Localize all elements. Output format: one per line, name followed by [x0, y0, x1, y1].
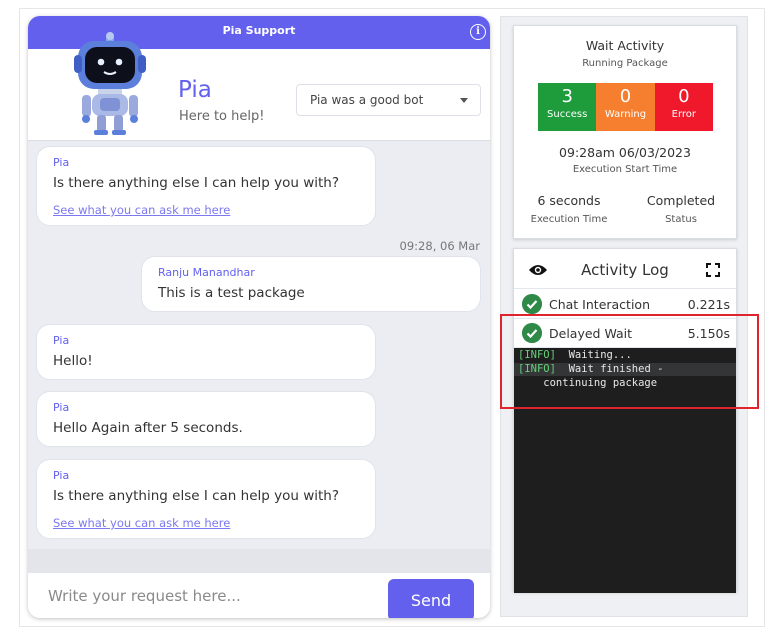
message-bubble: Pia Hello! — [36, 324, 376, 380]
message-bubble: Pia Hello Again after 5 seconds. — [36, 391, 376, 447]
chat-input[interactable] — [48, 573, 378, 618]
success-count: 3 Success — [538, 83, 597, 131]
message-text: Hello! — [53, 353, 93, 369]
message-sender: Pia — [53, 156, 70, 169]
chat-widget: Pia Support i Pia Here to help! Pia was … — [28, 16, 490, 618]
execution-start-time-label: Execution Start Time — [572, 164, 678, 175]
chat-input-bar: Send — [28, 573, 490, 618]
wait-activity-card: Wait Activity Running Package 3 Success … — [513, 25, 737, 239]
help-link[interactable]: See what you can ask me here — [53, 516, 230, 530]
message-text: Hello Again after 5 seconds. — [53, 420, 243, 436]
status-counts: 3 Success 0 Warning 0 Error — [538, 83, 713, 131]
bot-subtitle: Here to help! — [179, 109, 265, 124]
bot-rating-select[interactable]: Pia was a good bot — [296, 84, 481, 116]
message-sender: Pia — [53, 401, 70, 414]
info-icon[interactable]: i — [470, 24, 486, 40]
robot-avatar — [74, 32, 146, 135]
log-item-duration: 0.221s — [687, 297, 730, 312]
message-sender: Ranju Manandhar — [158, 266, 255, 279]
highlight-box — [500, 314, 759, 409]
activity-log-card: Activity Log Chat Interaction 0.221s Del… — [513, 248, 737, 593]
fullscreen-icon[interactable] — [706, 263, 720, 277]
message-text: Is there anything else I can help you wi… — [53, 175, 340, 191]
chat-footer-divider — [28, 549, 490, 573]
send-button[interactable]: Send — [388, 579, 474, 618]
message-text: This is a test package — [158, 285, 305, 301]
activity-log-title: Activity Log — [581, 261, 669, 279]
warning-count: 0 Warning — [596, 83, 655, 131]
error-count: 0 Error — [654, 83, 713, 131]
message-timestamp: 09:28, 06 Mar — [399, 239, 480, 253]
chat-header: Pia Here to help! Pia was a good bot — [28, 32, 490, 141]
check-circle-icon — [522, 294, 542, 314]
activity-subtitle: Running Package — [582, 58, 668, 69]
log-item-name: Chat Interaction — [549, 297, 651, 312]
chevron-down-icon — [460, 98, 468, 103]
message-bubble-user: Ranju Manandhar This is a test package — [141, 256, 481, 312]
execution-time: 6 seconds Execution Time — [530, 193, 608, 225]
message-sender: Pia — [53, 334, 70, 347]
message-bubble: Pia Is there anything else I can help yo… — [36, 146, 376, 226]
execution-status: Completed Status — [646, 193, 716, 225]
message-bubble: Pia Is there anything else I can help yo… — [36, 459, 376, 539]
bot-name: Pia — [178, 77, 212, 103]
bot-rating-value: Pia was a good bot — [310, 93, 424, 107]
activity-title: Wait Activity — [585, 38, 665, 53]
message-sender: Pia — [53, 469, 70, 482]
message-list[interactable]: Pia Is there anything else I can help yo… — [28, 142, 490, 549]
execution-start-time: 09:28am 06/03/2023 — [559, 145, 691, 160]
message-text: Is there anything else I can help you wi… — [53, 488, 340, 504]
help-link[interactable]: See what you can ask me here — [53, 203, 230, 217]
activity-log-header: Activity Log — [514, 249, 736, 289]
